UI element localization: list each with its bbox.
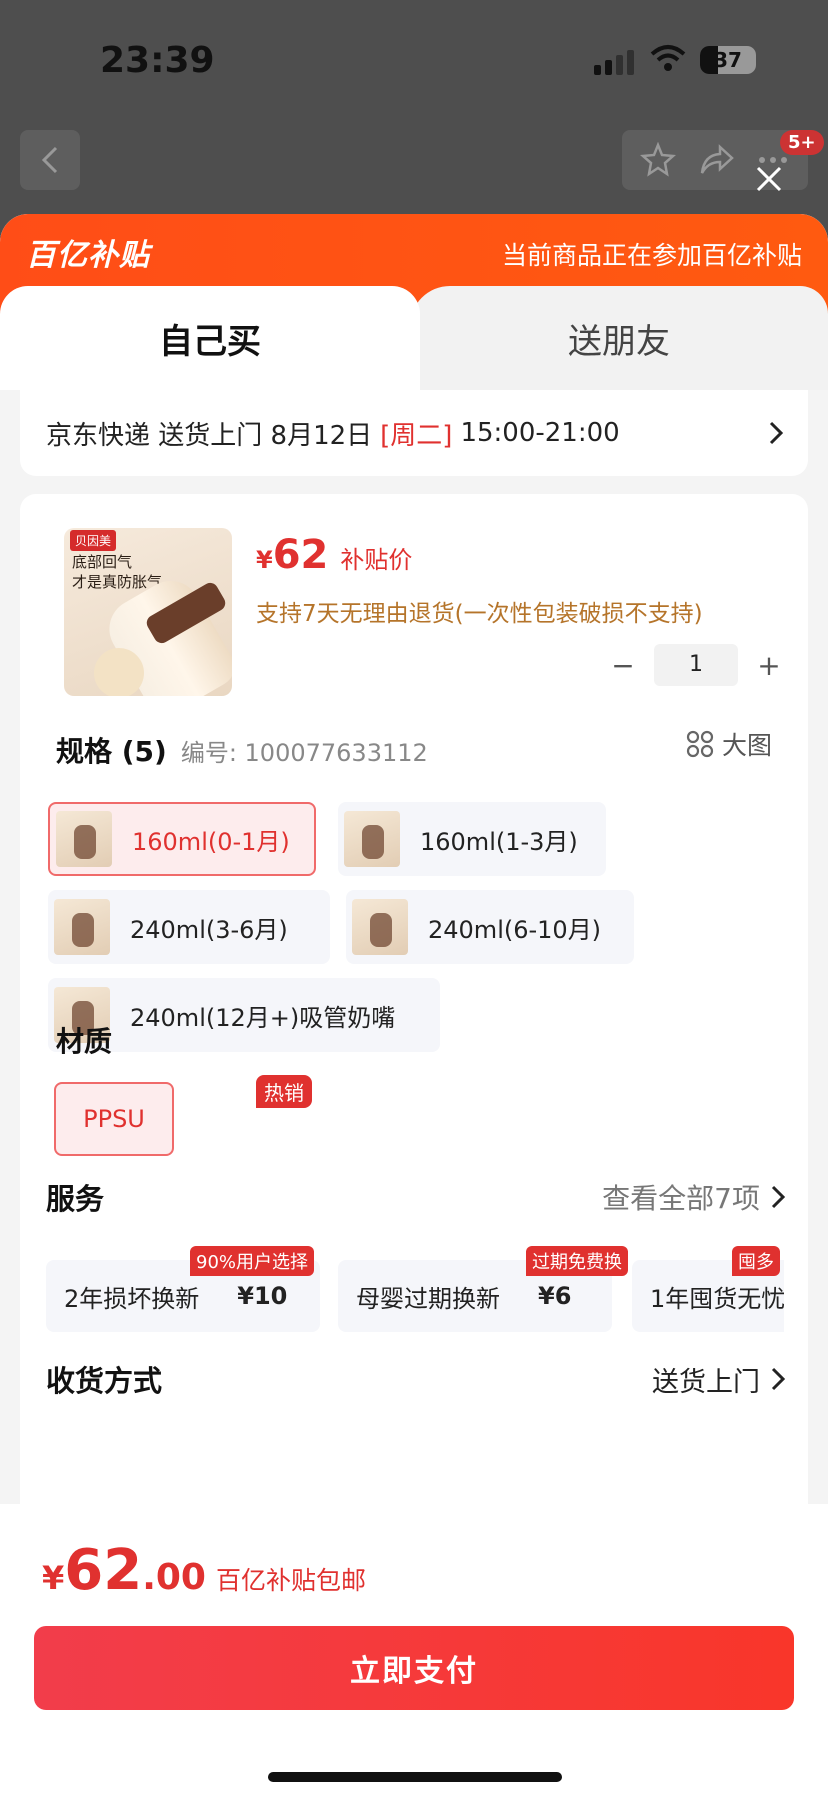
spec-option[interactable]: 240ml(3-6月): [48, 890, 330, 964]
services-more-label: 查看全部7项: [602, 1182, 760, 1215]
cellular-signal-icon: [594, 50, 634, 75]
price-value: 62: [272, 532, 329, 578]
big-image-toggle[interactable]: 大图: [686, 726, 772, 762]
total-integer: 62: [64, 1538, 143, 1603]
shipping-value-label: 送货上门: [652, 1366, 760, 1398]
price-label: 补贴价: [340, 546, 413, 574]
product-code: 编号: 100077633112: [180, 739, 428, 767]
qty-plus-button[interactable]: +: [754, 649, 784, 682]
pay-now-button[interactable]: 立即支付: [34, 1626, 794, 1710]
delivery-row[interactable]: 京东快递 送货上门 8月12日 [周二] 15:00-21:00: [20, 390, 808, 476]
service-tag: 囤多: [732, 1246, 780, 1276]
spec-thumb: [344, 811, 400, 867]
image-brand-label: 贝因美: [70, 530, 117, 551]
services-more-link[interactable]: 查看全部7项: [602, 1177, 786, 1217]
spec-option-label: 240ml(6-10月): [428, 915, 602, 944]
qty-minus-button[interactable]: −: [608, 649, 638, 682]
quantity-stepper: − 1 +: [608, 644, 784, 686]
status-bar: 23:39 37: [0, 0, 828, 120]
service-name: 1年囤货无忧: [650, 1284, 784, 1313]
spec-option[interactable]: 160ml(0-1月): [48, 802, 316, 876]
total-label: 百亿补贴包邮: [215, 1566, 366, 1595]
service-tag: 90%用户选择: [190, 1246, 315, 1276]
qty-value[interactable]: 1: [654, 644, 738, 686]
currency-symbol: ¥: [256, 546, 273, 574]
spec-option[interactable]: 160ml(1-3月): [338, 802, 606, 876]
total-price: ¥ 62 .00 百亿补贴包邮: [42, 1538, 366, 1603]
promo-text: 当前商品正在参加百亿补贴: [501, 241, 802, 270]
spec-title: 规格 (5): [56, 735, 167, 768]
back-button[interactable]: [20, 130, 80, 190]
big-image-label: 大图: [721, 731, 772, 760]
spec-option-label: 240ml(3-6月): [130, 915, 288, 944]
services-title: 服务: [46, 1182, 105, 1216]
image-caption: 底部回气 才是真防胀气: [72, 553, 163, 591]
cart-badge: 5+: [780, 130, 824, 155]
shipping-method-row[interactable]: 收货方式 送货上门: [46, 1358, 786, 1400]
share-icon[interactable]: [698, 143, 736, 177]
spec-header: 规格 (5) 编号: 100077633112: [56, 730, 428, 770]
services-header: 服务 查看全部7项: [46, 1176, 786, 1218]
delivery-info: 京东快递 送货上门 8月12日: [46, 420, 373, 451]
total-decimal: .00: [142, 1557, 206, 1598]
spec-thumb: [352, 899, 408, 955]
material-title: 材质: [56, 1025, 113, 1058]
services-list: 2年损坏换新 ¥10 90%用户选择 母婴过期换新 ¥6 过期免费换 1年囤货无…: [46, 1246, 784, 1336]
promo-logo: 百亿补贴: [26, 238, 150, 273]
shipping-value: 送货上门: [652, 1360, 786, 1399]
service-tag: 过期免费换: [526, 1246, 628, 1276]
service-name: 2年损坏换新: [64, 1284, 200, 1313]
grid-icon: [686, 730, 714, 758]
close-icon[interactable]: [752, 162, 786, 196]
tab-buy-self[interactable]: 自己买: [0, 286, 420, 390]
tab-send-friend[interactable]: 送朋友: [410, 286, 828, 390]
shipping-title: 收货方式: [46, 1364, 163, 1398]
spec-thumb: [56, 811, 112, 867]
total-currency: ¥: [42, 1559, 65, 1597]
service-name: 母婴过期换新: [356, 1284, 500, 1313]
chevron-right-icon: [769, 421, 784, 445]
chevron-left-icon: [41, 146, 58, 174]
battery-icon: 37: [700, 46, 756, 74]
hot-tag: 热销: [256, 1075, 312, 1108]
wifi-icon: [650, 45, 686, 71]
return-policy-note: 支持7天无理由退货(一次性包装破损不支持): [256, 601, 703, 627]
checkout-footer: ¥ 62 .00 百亿补贴包邮 立即支付: [0, 1504, 828, 1796]
material-option[interactable]: PPSU: [54, 1082, 174, 1156]
star-icon[interactable]: [640, 142, 676, 178]
product-image[interactable]: 贝因美 底部回气 才是真防胀气: [64, 528, 232, 696]
service-price: ¥6: [538, 1282, 572, 1310]
chevron-right-icon: [771, 1367, 786, 1391]
delivery-weekday: [周二]: [380, 420, 453, 451]
product-price: ¥ 62 补贴价: [256, 532, 412, 578]
bottle-nipple: [94, 648, 144, 696]
service-price: ¥10: [237, 1282, 288, 1310]
delivery-time: 15:00-21:00: [460, 418, 620, 448]
spec-option-label: 160ml(0-1月): [132, 827, 290, 856]
spec-thumb: [54, 899, 110, 955]
spec-option[interactable]: 240ml(6-10月): [346, 890, 634, 964]
buy-mode-tabs: 送朋友 自己买: [0, 286, 828, 390]
chevron-right-icon: [771, 1185, 786, 1209]
home-indicator: [268, 1772, 562, 1782]
spec-option-label: 160ml(1-3月): [420, 827, 578, 856]
status-time: 23:39: [100, 40, 215, 81]
spec-option-label: 240ml(12月+)吸管奶嘴: [130, 1003, 396, 1032]
